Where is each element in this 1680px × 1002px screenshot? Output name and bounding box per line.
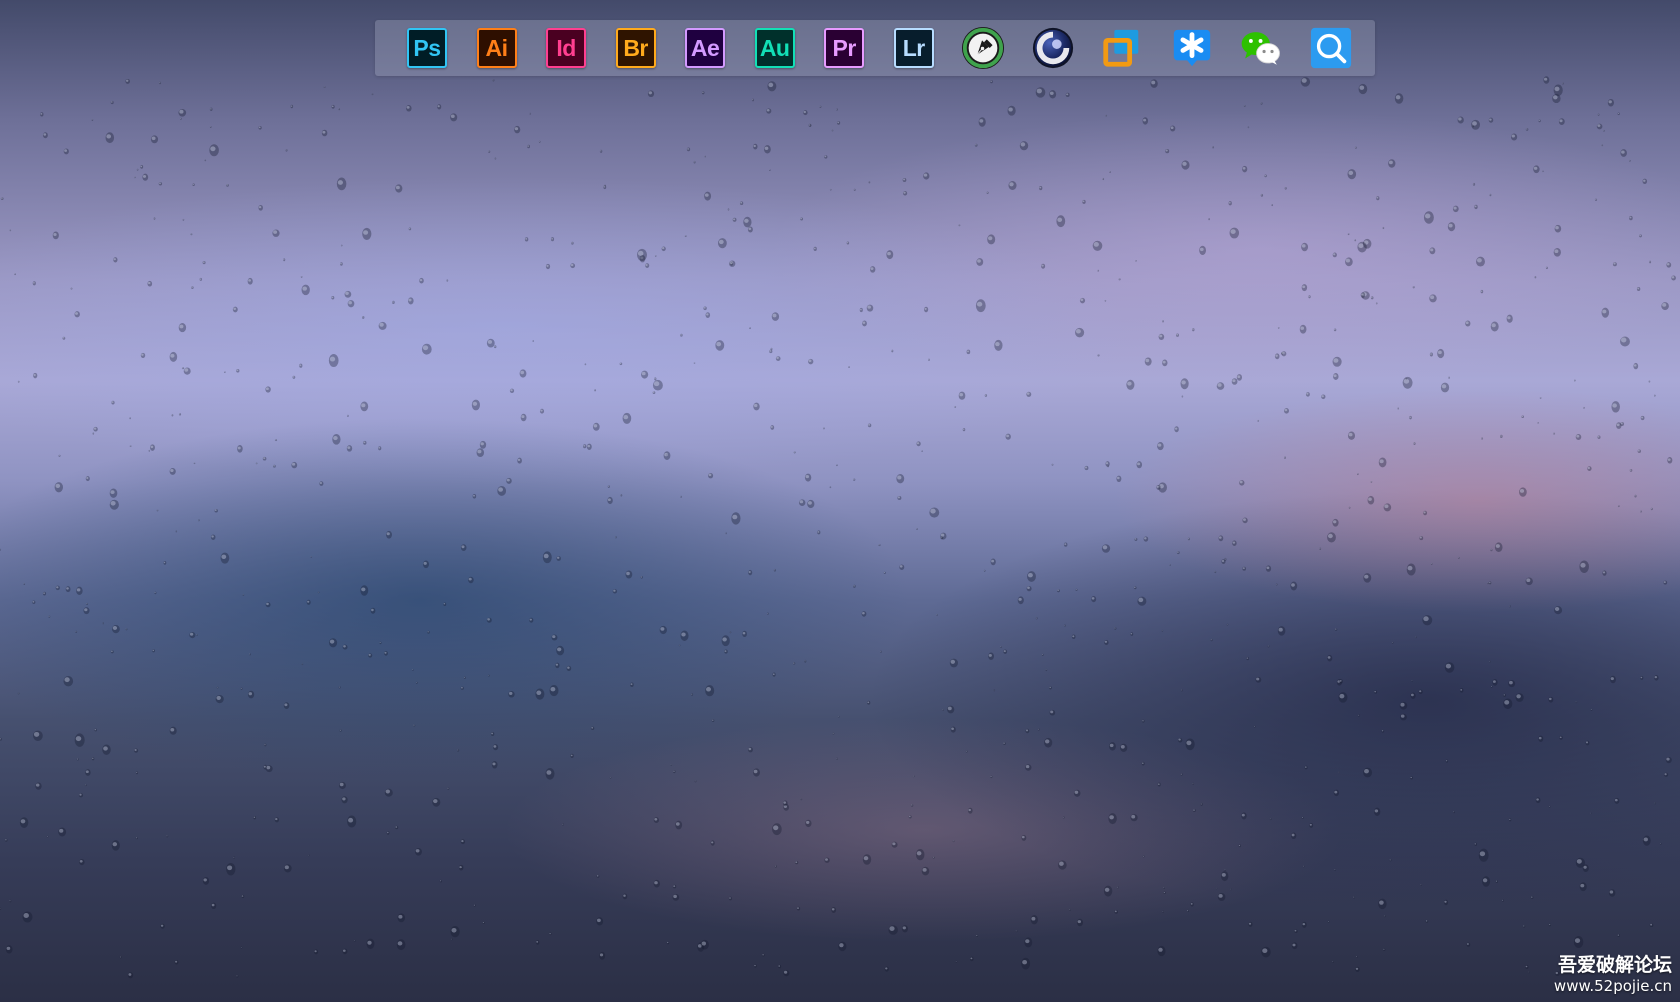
blue-orange-squares-icon: [1103, 29, 1139, 67]
dock-item-premiere[interactable]: Pr: [822, 26, 866, 70]
dock-bar: Ps Ai Id Br Ae Au Pr Lr: [375, 20, 1375, 76]
raindrops-overlay: [0, 76, 1676, 979]
wechat-icon: [1242, 32, 1281, 65]
illustrator-icon: Ai: [476, 28, 517, 68]
photoshop-label: Ps: [413, 34, 441, 61]
dock-item-cinema4d[interactable]: [1031, 26, 1075, 70]
dock-item-audition[interactable]: Au: [753, 26, 797, 70]
dock-item-photoshop[interactable]: Ps: [405, 26, 449, 70]
dock-item-wechat[interactable]: [1239, 26, 1283, 70]
lightroom-icon: Lr: [893, 28, 934, 68]
dock-item-lightroom[interactable]: Lr: [892, 26, 936, 70]
desktop-background: Ps Ai Id Br Ae Au Pr Lr 吾爱破解论坛 www.52poj…: [0, 0, 1680, 1002]
dock-item-asterisk-chat[interactable]: [1170, 26, 1214, 70]
premiere-icon: Pr: [824, 28, 865, 68]
audition-label: Au: [759, 34, 790, 61]
lightroom-label: Lr: [902, 34, 926, 61]
search-icon: [1310, 27, 1351, 69]
audition-icon: Au: [754, 28, 795, 68]
after-effects-label: Ae: [690, 34, 720, 61]
dock-item-pen-app[interactable]: [961, 26, 1005, 70]
after-effects-icon: Ae: [685, 28, 726, 68]
cinema4d-icon: [1032, 27, 1073, 69]
bridge-label: Br: [623, 34, 648, 61]
dock-item-blue-orange-app[interactable]: [1100, 26, 1144, 70]
photoshop-icon: Ps: [407, 28, 447, 68]
dock-item-after-effects[interactable]: Ae: [683, 26, 727, 70]
forum-watermark: 吾爱破解论坛 www.52pojie.cn: [1554, 954, 1672, 996]
premiere-label: Pr: [832, 34, 857, 61]
bridge-icon: Br: [615, 28, 656, 68]
watermark-title: 吾爱破解论坛: [1557, 954, 1672, 976]
pen-nib-icon: [962, 26, 1005, 70]
asterisk-chat-icon: [1173, 29, 1211, 67]
dock-item-indesign[interactable]: Id: [544, 26, 588, 70]
watermark-url: www.52pojie.cn: [1553, 977, 1672, 995]
dock-item-bridge[interactable]: Br: [614, 26, 658, 70]
illustrator-label: Ai: [485, 34, 509, 61]
indesign-icon: Id: [546, 28, 587, 68]
dock-item-search[interactable]: [1309, 26, 1353, 70]
indesign-label: Id: [556, 34, 576, 61]
dock-item-illustrator[interactable]: Ai: [475, 26, 519, 70]
